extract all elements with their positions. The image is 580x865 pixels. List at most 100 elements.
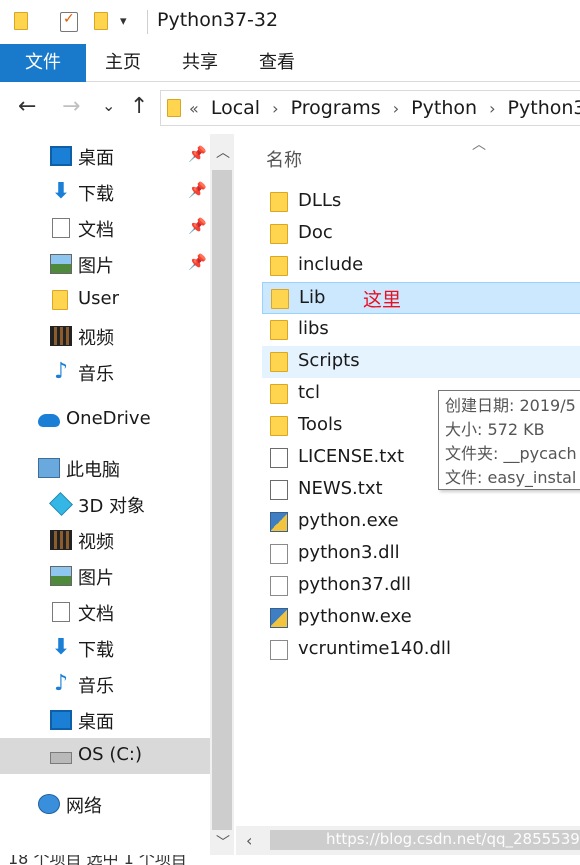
folder-icon xyxy=(271,289,289,309)
file-row-libs[interactable]: libs xyxy=(262,314,580,346)
sidebar-item-label: 视频 xyxy=(78,328,114,349)
tab-view[interactable]: 查看 xyxy=(240,44,314,82)
sidebar-item-os-drive[interactable]: OS (C:) xyxy=(0,738,210,774)
ribbon-tabs: 文件 主页 共享 查看 xyxy=(0,44,580,82)
download-icon: ⬇ xyxy=(51,635,71,660)
breadcrumb-python37[interactable]: Python37 xyxy=(508,97,580,119)
sidebar-item-network[interactable]: 网络 xyxy=(0,786,210,822)
column-header-name[interactable]: 名称 xyxy=(266,146,302,172)
breadcrumb-separator[interactable]: › xyxy=(393,99,399,118)
folder-icon xyxy=(14,12,28,30)
scroll-up-arrow[interactable]: ︿ xyxy=(216,142,230,162)
pin-icon[interactable]: 📌 xyxy=(188,181,207,199)
folder-icon xyxy=(270,256,288,276)
breadcrumb-local[interactable]: Local xyxy=(211,97,260,119)
properties-icon[interactable]: ✓ xyxy=(60,11,78,32)
file-list-pane: ︿ 名称 DLLs Doc include Lib 这里 libs Script… xyxy=(236,134,580,855)
pin-icon[interactable]: 📌 xyxy=(188,145,207,163)
file-row-python3-dll[interactable]: python3.dll xyxy=(262,538,580,570)
onedrive-icon xyxy=(38,414,60,427)
address-bar[interactable]: « Local › Programs › Python › Python37 xyxy=(160,90,580,126)
pin-icon[interactable]: 📌 xyxy=(188,253,207,271)
sidebar-item-desktop[interactable]: 桌面 xyxy=(0,702,210,738)
pin-icon[interactable]: 📌 xyxy=(188,217,207,235)
annotation-text: 这里 xyxy=(363,289,402,311)
scroll-down-arrow[interactable]: ﹀ xyxy=(216,832,230,852)
file-row-pythonw-exe[interactable]: pythonw.exe xyxy=(262,602,580,634)
sidebar-item-label: 音乐 xyxy=(78,364,114,385)
tab-share[interactable]: 共享 xyxy=(162,44,238,82)
navigation-pane: 桌面 📌 ⬇ 下载 📌 文档 📌 图片 📌 User 视频 ♪ 音乐 OneDr… xyxy=(0,134,236,855)
file-row-scripts[interactable]: Scripts xyxy=(262,346,580,378)
file-name: DLLs xyxy=(298,190,342,211)
forward-button[interactable]: → xyxy=(62,94,80,119)
sidebar-item-label: 桌面 xyxy=(78,148,114,169)
file-row-dlls[interactable]: DLLs xyxy=(262,186,580,218)
title-bar: ✓ ▾ Python37-32 xyxy=(0,0,580,44)
picture-icon xyxy=(50,566,72,586)
picture-icon xyxy=(50,254,72,274)
breadcrumb-separator[interactable]: › xyxy=(272,99,278,118)
status-text: 18 个项目 选中 1 个项目 xyxy=(8,855,187,865)
3d-objects-icon xyxy=(49,492,73,516)
customize-toolbar-icon[interactable]: ▾ xyxy=(120,14,127,29)
sidebar-item-pictures[interactable]: 图片 📌 xyxy=(0,246,210,282)
desktop-icon xyxy=(50,710,72,730)
file-name: Scripts xyxy=(298,350,360,371)
sidebar-item-label: OS (C:) xyxy=(78,744,142,765)
sidebar-item-downloads[interactable]: ⬇ 下载 xyxy=(0,630,210,666)
sidebar-item-label: 3D 对象 xyxy=(78,496,146,517)
file-row-lib[interactable]: Lib 这里 xyxy=(262,282,580,314)
horizontal-scrollbar[interactable]: ‹ https://blog.csdn.net/qq_28555399 xyxy=(236,826,580,856)
dll-file-icon xyxy=(270,640,288,660)
sidebar-item-label: 文档 xyxy=(78,220,114,241)
sidebar-item-documents[interactable]: 文档 xyxy=(0,594,210,630)
sidebar-item-label: 下载 xyxy=(78,640,114,661)
file-row-doc[interactable]: Doc xyxy=(262,218,580,250)
up-button[interactable]: ↑ xyxy=(130,94,148,119)
document-icon xyxy=(52,218,70,238)
sidebar-item-label: 音乐 xyxy=(78,676,114,697)
title-separator xyxy=(147,10,148,34)
file-row-python37-dll[interactable]: python37.dll xyxy=(262,570,580,602)
breadcrumb-programs[interactable]: Programs xyxy=(291,97,381,119)
file-row-include[interactable]: include xyxy=(262,250,580,282)
scrollbar-thumb[interactable] xyxy=(212,170,232,830)
sidebar-item-user[interactable]: User xyxy=(0,282,210,318)
sidebar-item-downloads[interactable]: ⬇ 下载 📌 xyxy=(0,174,210,210)
sidebar-scrollbar[interactable]: ︿ ﹀ xyxy=(210,134,234,855)
back-button[interactable]: ← xyxy=(18,94,36,119)
scroll-left-arrow[interactable]: ‹ xyxy=(246,831,252,850)
text-file-icon xyxy=(270,480,288,500)
file-row-python-exe[interactable]: python.exe xyxy=(262,506,580,538)
new-folder-icon[interactable] xyxy=(94,12,108,30)
sidebar-item-music[interactable]: ♪ 音乐 xyxy=(0,666,210,702)
breadcrumb-separator[interactable]: › xyxy=(489,99,495,118)
breadcrumb-python[interactable]: Python xyxy=(411,97,477,119)
video-icon xyxy=(50,530,72,550)
sidebar-item-label: 图片 xyxy=(78,568,114,589)
sidebar-item-pictures[interactable]: 图片 xyxy=(0,558,210,594)
folder-icon xyxy=(52,290,68,310)
sidebar-item-videos[interactable]: 视频 xyxy=(0,318,210,354)
python-app-icon xyxy=(270,512,288,532)
sidebar-item-desktop[interactable]: 桌面 📌 xyxy=(0,138,210,174)
recent-locations-button[interactable]: ⌄ xyxy=(102,96,115,115)
file-row-vcruntime-dll[interactable]: vcruntime140.dll xyxy=(262,634,580,666)
sidebar-item-documents[interactable]: 文档 📌 xyxy=(0,210,210,246)
sidebar-item-label: 下载 xyxy=(78,184,114,205)
breadcrumb-overflow[interactable]: « xyxy=(189,99,199,118)
sidebar-item-videos[interactable]: 视频 xyxy=(0,522,210,558)
tooltip-created-date: 创建日期: 2019/5 xyxy=(445,396,576,415)
tab-home[interactable]: 主页 xyxy=(86,44,160,82)
sidebar-item-music[interactable]: ♪ 音乐 xyxy=(0,354,210,390)
sidebar-item-this-pc[interactable]: 此电脑 xyxy=(0,450,210,486)
sidebar-item-onedrive[interactable]: OneDrive xyxy=(0,402,210,438)
tooltip-size: 大小: 572 KB xyxy=(445,420,545,439)
tab-file[interactable]: 文件 xyxy=(0,44,86,82)
sidebar-item-label: 此电脑 xyxy=(66,460,120,481)
sidebar-item-3d-objects[interactable]: 3D 对象 xyxy=(0,486,210,522)
sidebar-item-label: User xyxy=(78,288,120,309)
this-pc-icon xyxy=(38,458,60,478)
sidebar-item-label: 视频 xyxy=(78,532,114,553)
